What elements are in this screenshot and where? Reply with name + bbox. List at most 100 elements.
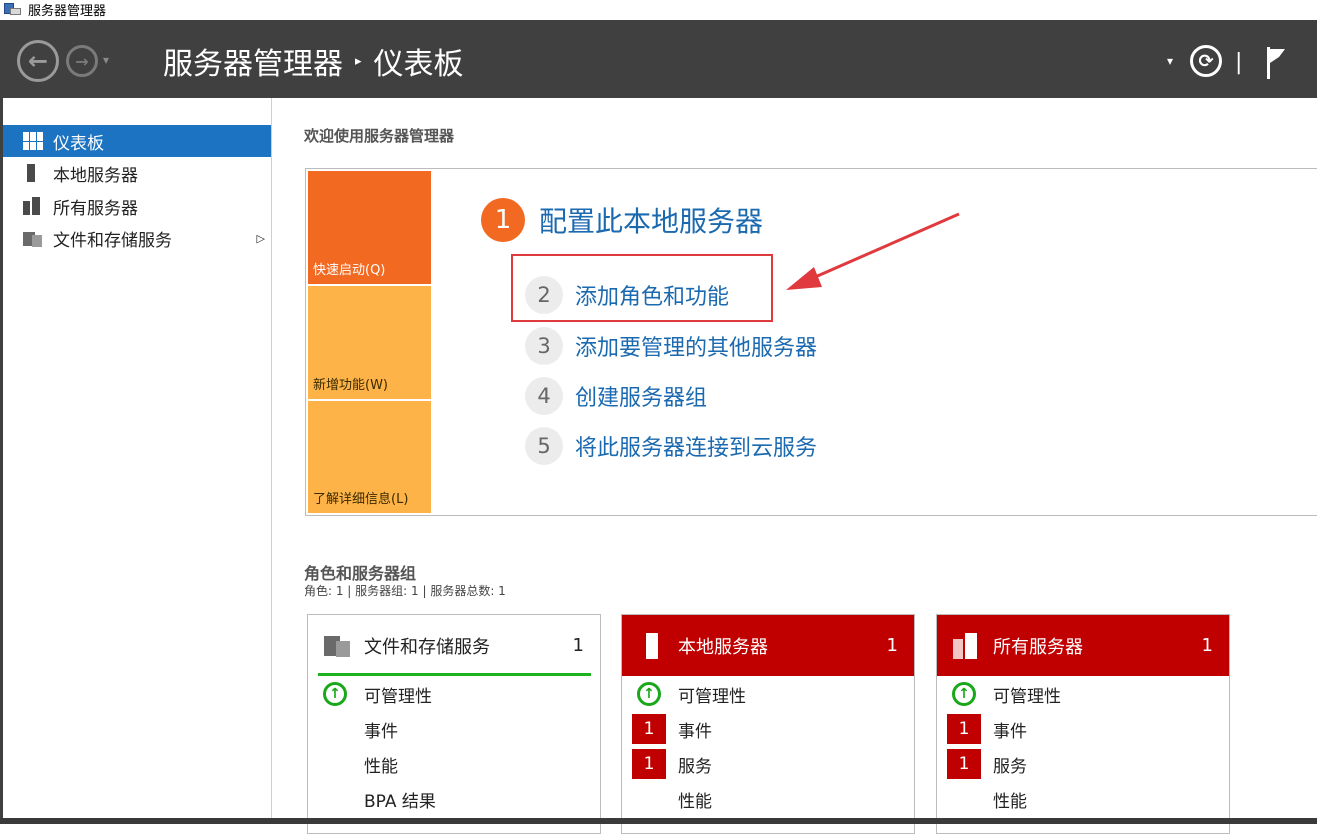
role-card-all-servers[interactable]: 所有服务器 1 ↑ 可管理性 1 事件 1 服务 性能: [936, 614, 1230, 834]
tile-whats-new[interactable]: 新增功能(W): [308, 286, 431, 399]
step-configure-local-server[interactable]: 1 配置此本地服务器: [481, 198, 763, 242]
card-row-services[interactable]: 1 服务: [622, 747, 914, 781]
card-row-services[interactable]: 1 服务: [937, 747, 1229, 781]
header-divider: |: [1235, 50, 1243, 75]
row-label: 事件: [678, 721, 712, 742]
row-label: 事件: [993, 721, 1027, 742]
breadcrumb-separator-icon: ▸: [355, 53, 362, 69]
tile-label: 了解详细信息(L): [313, 492, 409, 507]
step-create-server-group[interactable]: 4 创建服务器组: [525, 377, 707, 415]
breadcrumb: 服务器管理器 ▸ 仪表板: [163, 39, 464, 83]
breadcrumb-page: 仪表板: [373, 47, 464, 82]
quick-start-panel: 快速启动(Q) 新增功能(W) 了解详细信息(L) 1 配置此本地服务器 2 添…: [305, 168, 1317, 516]
tile-learn-more[interactable]: 了解详细信息(L): [308, 401, 431, 513]
row-label: 事件: [364, 721, 398, 742]
header-dropdown[interactable]: ▾: [1167, 54, 1173, 68]
status-ok-bar: [318, 673, 591, 676]
history-dropdown[interactable]: ▾: [103, 53, 109, 67]
taskbar-edge: [0, 818, 1317, 824]
card-row-manageability[interactable]: ↑ 可管理性: [308, 677, 600, 711]
sidebar-item-label: 文件和存储服务: [53, 230, 172, 251]
arrow-right-icon: →: [75, 51, 89, 71]
expand-arrow-icon[interactable]: ▷: [257, 232, 265, 245]
card-count: 1: [1201, 635, 1213, 656]
alert-badge: 1: [632, 749, 666, 779]
forward-button[interactable]: →: [66, 45, 98, 77]
card-count: 1: [572, 635, 584, 656]
row-label: 可管理性: [364, 686, 432, 707]
step-label: 将此服务器连接到云服务: [575, 436, 818, 461]
row-label: 服务: [993, 756, 1027, 777]
main-content: 欢迎使用服务器管理器 快速启动(Q) 新增功能(W) 了解详细信息(L) 1 配…: [273, 98, 1317, 834]
tile-quick-start[interactable]: 快速启动(Q): [308, 171, 431, 284]
chevron-down-icon: ▾: [103, 53, 110, 67]
step-connect-cloud[interactable]: 5 将此服务器连接到云服务: [525, 427, 817, 465]
storage-icon: [324, 633, 352, 659]
step-number: 3: [525, 327, 563, 365]
card-row-bpa[interactable]: BPA 结果: [308, 782, 600, 816]
status-ok-icon: ↑: [323, 682, 347, 706]
arrow-left-icon: ←: [27, 47, 49, 75]
refresh-button[interactable]: ⟳: [1190, 45, 1222, 77]
sidebar-item-file-storage[interactable]: 文件和存储服务 ▷: [3, 222, 271, 254]
servers-icon: [23, 197, 43, 215]
card-header[interactable]: 本地服务器 1: [622, 615, 914, 676]
card-row-performance[interactable]: 性能: [622, 782, 914, 816]
sidebar-item-label: 本地服务器: [53, 165, 138, 186]
card-row-manageability[interactable]: ↑ 可管理性: [622, 677, 914, 711]
tile-label: 新增功能(W): [313, 378, 388, 393]
status-ok-icon: ↑: [952, 682, 976, 706]
card-row-events[interactable]: 1 事件: [937, 712, 1229, 746]
role-card-local-server[interactable]: 本地服务器 1 ↑ 可管理性 1 事件 1 服务 性能: [621, 614, 915, 834]
step-label: 创建服务器组: [575, 386, 708, 411]
step-label: 配置此本地服务器: [539, 205, 764, 238]
sidebar-item-dashboard[interactable]: 仪表板: [3, 125, 271, 157]
window-titlebar: 服务器管理器: [0, 0, 1317, 19]
welcome-heading: 欢迎使用服务器管理器: [304, 127, 455, 145]
card-row-events[interactable]: 1 事件: [622, 712, 914, 746]
card-header[interactable]: 文件和存储服务 1: [308, 615, 600, 676]
card-header[interactable]: 所有服务器 1: [937, 615, 1229, 676]
step-number: 1: [481, 198, 525, 242]
alert-badge: 1: [947, 749, 981, 779]
server-icon: [23, 164, 43, 182]
card-row-performance[interactable]: 性能: [937, 782, 1229, 816]
roles-summary: 角色: 1 | 服务器组: 1 | 服务器总数: 1: [304, 584, 506, 598]
step-number: 4: [525, 377, 563, 415]
tile-label: 快速启动(Q): [313, 263, 386, 278]
row-label: 性能: [678, 791, 712, 812]
sidebar-item-label: 仪表板: [53, 133, 104, 154]
refresh-icon: ⟳: [1198, 50, 1214, 72]
sidebar-item-local-server[interactable]: 本地服务器: [3, 157, 271, 189]
storage-icon: [23, 229, 43, 247]
row-label: BPA 结果: [364, 791, 436, 812]
app-header: ← → ▾ 服务器管理器 ▸ 仪表板 ▾ ⟳ |: [0, 20, 1317, 98]
step-add-servers[interactable]: 3 添加要管理的其他服务器: [525, 327, 817, 365]
card-title: 所有服务器: [993, 636, 1083, 658]
row-label: 可管理性: [678, 686, 746, 707]
row-label: 可管理性: [993, 686, 1061, 707]
row-label: 服务: [678, 756, 712, 777]
status-ok-icon: ↑: [637, 682, 661, 706]
card-row-manageability[interactable]: ↑ 可管理性: [937, 677, 1229, 711]
alert-badge: 1: [947, 714, 981, 744]
breadcrumb-app[interactable]: 服务器管理器: [163, 39, 343, 83]
row-label: 性能: [993, 791, 1027, 812]
window-title: 服务器管理器: [28, 3, 107, 19]
back-button[interactable]: ←: [17, 40, 59, 82]
role-card-file-storage[interactable]: 文件和存储服务 1 ↑ 可管理性 事件 性能 BPA 结果: [307, 614, 601, 834]
card-row-events[interactable]: 事件: [308, 712, 600, 746]
roles-heading: 角色和服务器组: [304, 564, 417, 583]
card-count: 1: [886, 635, 898, 656]
sidebar-item-all-servers[interactable]: 所有服务器: [3, 190, 271, 222]
step-number: 5: [525, 427, 563, 465]
sidebar-item-label: 所有服务器: [53, 198, 138, 219]
notifications-flag-icon[interactable]: [1265, 47, 1287, 79]
sidebar: 仪表板 本地服务器 所有服务器 文件和存储服务 ▷: [0, 98, 272, 824]
annotation-highlight-box: [511, 254, 773, 322]
card-title: 文件和存储服务: [364, 636, 490, 658]
step-label: 添加要管理的其他服务器: [575, 336, 818, 361]
servers-icon: [953, 632, 981, 659]
annotation-arrow-icon: [786, 212, 960, 290]
card-row-performance[interactable]: 性能: [308, 747, 600, 781]
